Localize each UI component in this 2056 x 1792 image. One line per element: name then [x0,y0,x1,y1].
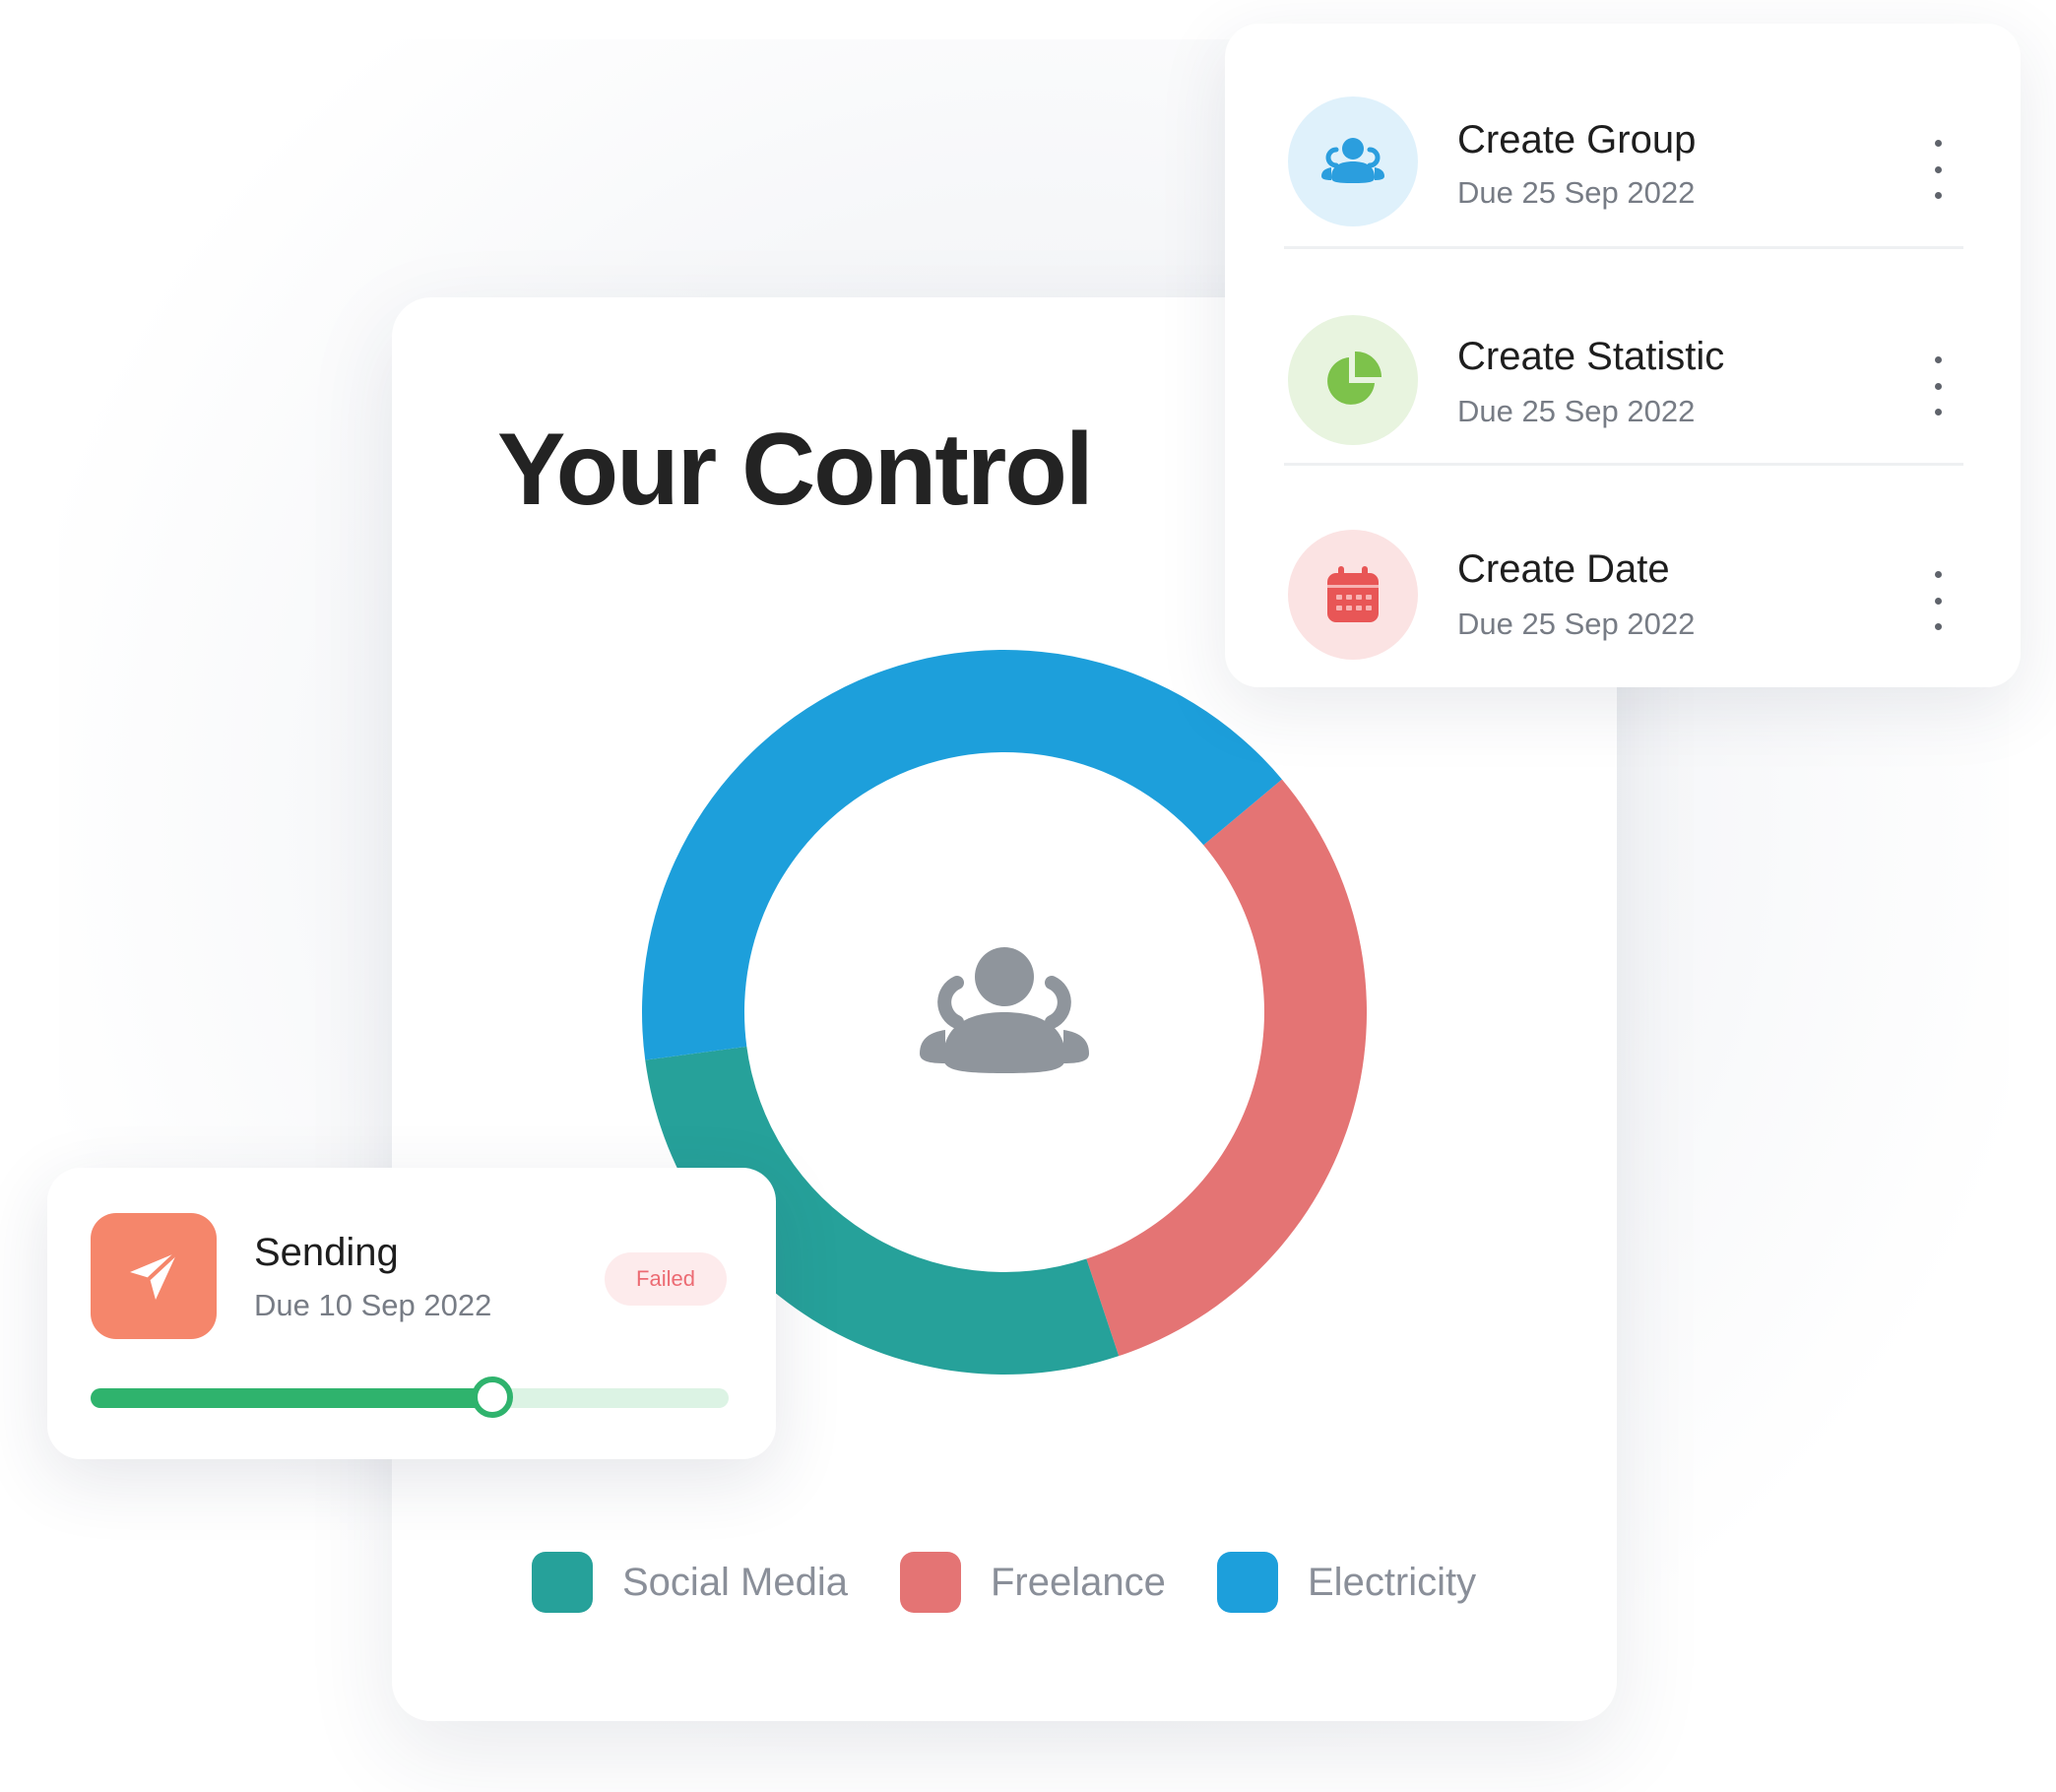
donut-slice-freelance [1086,779,1368,1357]
legend-item-freelance: Freelance [900,1548,1166,1617]
sending-title: Sending [254,1231,399,1274]
legend-swatch [1217,1552,1278,1613]
task-due-date: Due 25 Sep 2022 [1457,175,1696,210]
divider [1284,246,1963,249]
task-title: Create Statistic [1457,335,1725,378]
task-item-create-statistic[interactable]: Create Statistic Due 25 Sep 2022 [1225,278,2021,494]
legend-label: Freelance [991,1560,1166,1604]
more-options-icon[interactable] [1918,571,1958,630]
task-title: Create Date [1457,547,1670,591]
more-options-icon[interactable] [1918,140,1958,199]
task-icon-bg [1288,315,1418,445]
task-due-date: Due 25 Sep 2022 [1457,394,1696,428]
legend-swatch [532,1552,593,1613]
task-item-create-date[interactable]: Create Date Due 25 Sep 2022 [1225,492,2021,709]
task-icon-bg [1288,96,1418,226]
task-item-create-group[interactable]: Create Group Due 25 Sep 2022 [1225,61,2021,278]
task-icon-bg [1288,530,1418,660]
legend-item-electricity: Electricity [1217,1548,1476,1617]
tasks-card: Create Group Due 25 Sep 2022 Create Stat… [1225,24,2021,687]
sending-card[interactable]: Sending Due 10 Sep 2022 Failed [47,1168,776,1459]
users-icon [920,947,1089,1073]
more-options-icon[interactable] [1918,356,1958,416]
progress-fill [91,1388,493,1408]
pie-chart-icon [1327,351,1381,405]
divider [1284,463,1963,466]
group-icon [1321,138,1384,183]
send-icon [130,1250,179,1300]
status-badge: Failed [605,1252,727,1306]
legend-item-social-media: Social Media [532,1548,848,1617]
task-title: Create Group [1457,118,1697,161]
progress-slider[interactable] [91,1376,729,1418]
sending-due-date: Due 10 Sep 2022 [254,1288,492,1322]
progress-handle[interactable] [472,1376,514,1418]
legend-swatch [900,1552,961,1613]
page-title: Your Control [497,413,1094,527]
send-icon-bg [91,1213,217,1339]
legend-label: Social Media [622,1560,849,1604]
legend-label: Electricity [1308,1560,1477,1604]
chart-legend: Social Media Freelance Electricity [532,1548,1497,1617]
task-due-date: Due 25 Sep 2022 [1457,607,1696,641]
calendar-icon [1327,566,1379,622]
